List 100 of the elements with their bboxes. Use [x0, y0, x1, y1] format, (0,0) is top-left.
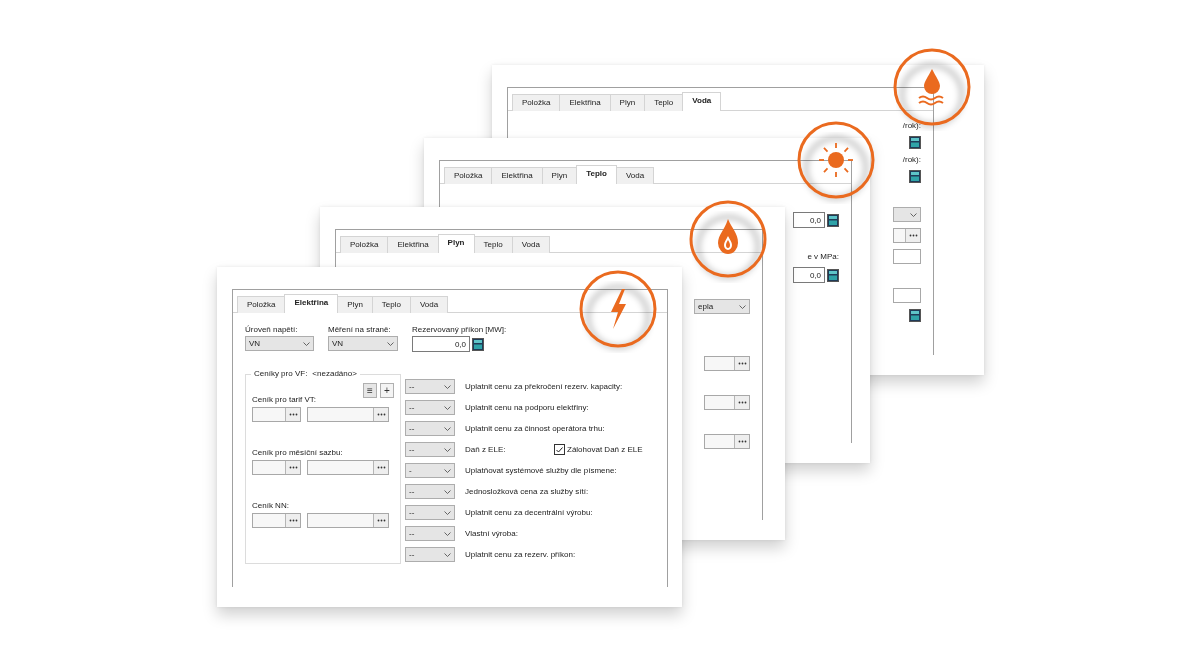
tab[interactable]: Teplo [644, 94, 684, 111]
number-field[interactable]: 0,0 [412, 336, 470, 352]
option-label: Uplatnit cenu za decentrální výrobu: [465, 508, 593, 517]
dropdown[interactable]: -- [405, 379, 455, 394]
calculator-icon[interactable] [827, 213, 839, 227]
dropdown[interactable]: VN [245, 336, 314, 351]
tab[interactable]: Voda [615, 167, 655, 184]
chevron-down-icon [910, 212, 917, 217]
option-label: Uplatnit cenu za rezerv. příkon: [465, 550, 576, 559]
option-label: Uplatnit cenu za činnost operátora trhu: [465, 424, 605, 433]
checkbox[interactable]: Zálohovat Daň z ELE [554, 444, 643, 455]
chevron-down-icon [444, 531, 451, 536]
dropdown[interactable]: - [405, 463, 455, 478]
tab[interactable]: Elektřina [284, 294, 339, 313]
field-label: Měření na straně: [328, 325, 392, 334]
field-label: e v MPa: [807, 252, 839, 261]
tab[interactable]: Elektřina [559, 94, 611, 111]
ellipsis-icon [737, 401, 747, 404]
dropdown[interactable]: epla [694, 299, 750, 314]
group-title: Ceníky pro VF: [254, 369, 308, 378]
option-label: Uplatnit cenu na podporu elektřiny: [465, 403, 589, 412]
chevron-down-icon [739, 304, 746, 309]
browse-field[interactable] [704, 434, 750, 449]
browse-field[interactable] [252, 407, 301, 422]
chevron-down-icon [444, 426, 451, 431]
dropdown[interactable]: -- [405, 484, 455, 499]
browse-field[interactable] [893, 228, 921, 243]
tab[interactable]: Plyn [337, 296, 373, 313]
browse-button[interactable] [905, 229, 920, 242]
browse-field[interactable] [307, 407, 389, 422]
calculator-icon[interactable] [472, 337, 484, 351]
tab[interactable]: Teplo [576, 165, 617, 184]
calculator-icon[interactable] [909, 309, 921, 322]
dropdown[interactable]: -- [405, 442, 455, 457]
browse-button[interactable] [285, 408, 300, 421]
browse-button[interactable] [285, 461, 300, 474]
tab[interactable]: Elektřina [387, 236, 439, 253]
checkbox-box[interactable] [554, 444, 565, 455]
chevron-down-icon [444, 552, 451, 557]
ellipsis-icon [288, 466, 298, 469]
tab[interactable]: Voda [682, 92, 722, 111]
dropdown[interactable]: -- [405, 505, 455, 520]
browse-button[interactable] [734, 396, 749, 409]
browse-field[interactable] [252, 513, 301, 528]
calculator-icon[interactable] [909, 170, 921, 183]
browse-field[interactable] [252, 460, 301, 475]
chevron-down-icon [444, 489, 451, 494]
field-label: Ceník pro tarif VT: [252, 395, 318, 404]
lightning-icon [578, 269, 658, 349]
calculator-icon[interactable] [827, 268, 839, 282]
input-field[interactable] [893, 249, 921, 264]
calculator-icon[interactable] [909, 136, 921, 149]
ellipsis-icon [737, 440, 747, 443]
browse-button[interactable] [285, 514, 300, 527]
group-value: <nezadáno> [312, 369, 357, 378]
tab[interactable]: Teplo [371, 296, 411, 313]
tab[interactable]: Plyn [437, 234, 475, 253]
ellipsis-icon [376, 413, 386, 416]
dropdown[interactable]: VN [328, 336, 398, 351]
sun-icon [796, 120, 876, 200]
dropdown[interactable]: -- [405, 400, 455, 415]
tab[interactable]: Elektřina [491, 167, 543, 184]
input-field[interactable] [893, 288, 921, 303]
ellipsis-icon [288, 413, 298, 416]
browse-button[interactable] [734, 435, 749, 448]
browse-button[interactable] [734, 357, 749, 370]
ellipsis-icon [288, 519, 298, 522]
ellipsis-icon [376, 519, 386, 522]
tab[interactable]: Teplo [473, 236, 513, 253]
option-label: Jednosložková cena za služby sítí: [465, 487, 589, 496]
tab[interactable]: Položka [444, 167, 493, 184]
field-label: /rok): [902, 121, 921, 130]
option-label: Vlastní výroba: [465, 529, 518, 538]
browse-field[interactable] [704, 356, 750, 371]
browse-field[interactable] [307, 460, 389, 475]
dropdown[interactable]: -- [405, 526, 455, 541]
add-button[interactable]: + [380, 383, 394, 398]
dropdown[interactable] [893, 207, 921, 222]
number-field[interactable]: 0,0 [793, 267, 825, 283]
tab[interactable]: Položka [237, 296, 286, 313]
check-icon [556, 446, 563, 453]
tab[interactable]: Položka [340, 236, 389, 253]
tab[interactable]: Položka [512, 94, 561, 111]
tab[interactable]: Voda [511, 236, 550, 253]
browse-field[interactable] [704, 395, 750, 410]
browse-button[interactable] [373, 514, 388, 527]
ellipsis-icon [908, 234, 918, 237]
browse-button[interactable] [373, 408, 388, 421]
tab[interactable]: Voda [409, 296, 449, 313]
dropdown[interactable]: -- [405, 547, 455, 562]
tab[interactable]: Plyn [541, 167, 578, 184]
chevron-down-icon [444, 384, 451, 389]
browse-field[interactable] [307, 513, 389, 528]
field-label: /rok): [902, 155, 921, 164]
browse-button[interactable] [373, 461, 388, 474]
menu-button[interactable]: ≡ [363, 383, 377, 398]
chevron-down-icon [444, 405, 451, 410]
tab[interactable]: Plyn [609, 94, 646, 111]
dropdown[interactable]: -- [405, 421, 455, 436]
number-field[interactable]: 0,0 [793, 212, 825, 228]
